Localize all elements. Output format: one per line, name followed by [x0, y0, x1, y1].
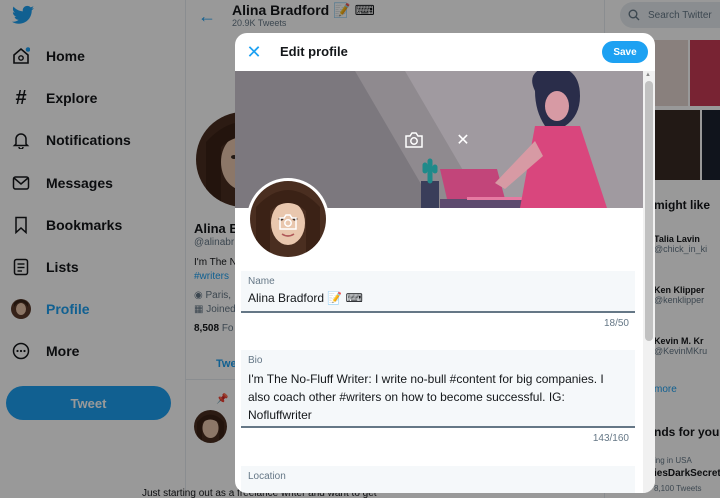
location-field[interactable]: Location — [241, 466, 635, 493]
save-button[interactable]: Save — [602, 41, 648, 63]
edit-profile-modal: ✕ Edit profile Save ✕ Name Alina Bradfor… — [235, 33, 655, 493]
remove-banner-icon[interactable]: ✕ — [450, 127, 476, 153]
bio-field-label: Bio — [248, 355, 263, 366]
modal-title: Edit profile — [280, 44, 348, 59]
modal-scroll-area[interactable]: ✕ Name Alina Bradford 📝 ⌨ 18/50 Bio I'm … — [235, 71, 643, 493]
banner-camera-icon[interactable] — [401, 127, 427, 153]
bio-char-counter: 143/160 — [592, 433, 629, 444]
name-field-label: Name — [248, 276, 275, 287]
bio-field-value[interactable]: I'm The No-Fluff Writer: I write no-bull… — [248, 370, 626, 424]
name-field-value[interactable]: Alina Bradford 📝 ⌨ — [248, 291, 363, 305]
location-field-label: Location — [248, 471, 286, 482]
scroll-up-arrow-icon[interactable]: ▲ — [645, 72, 651, 78]
close-icon[interactable]: ✕ — [243, 41, 265, 63]
name-char-counter: 18/50 — [603, 318, 629, 329]
bio-field[interactable]: Bio I'm The No-Fluff Writer: I write no-… — [241, 350, 635, 428]
name-field[interactable]: Name Alina Bradford 📝 ⌨ — [241, 271, 635, 313]
scrollbar-thumb[interactable] — [645, 81, 653, 341]
modal-scrollbar[interactable]: ▲ — [643, 71, 655, 493]
modal-header: ✕ Edit profile Save — [235, 33, 655, 71]
avatar-camera-icon[interactable] — [275, 209, 301, 235]
